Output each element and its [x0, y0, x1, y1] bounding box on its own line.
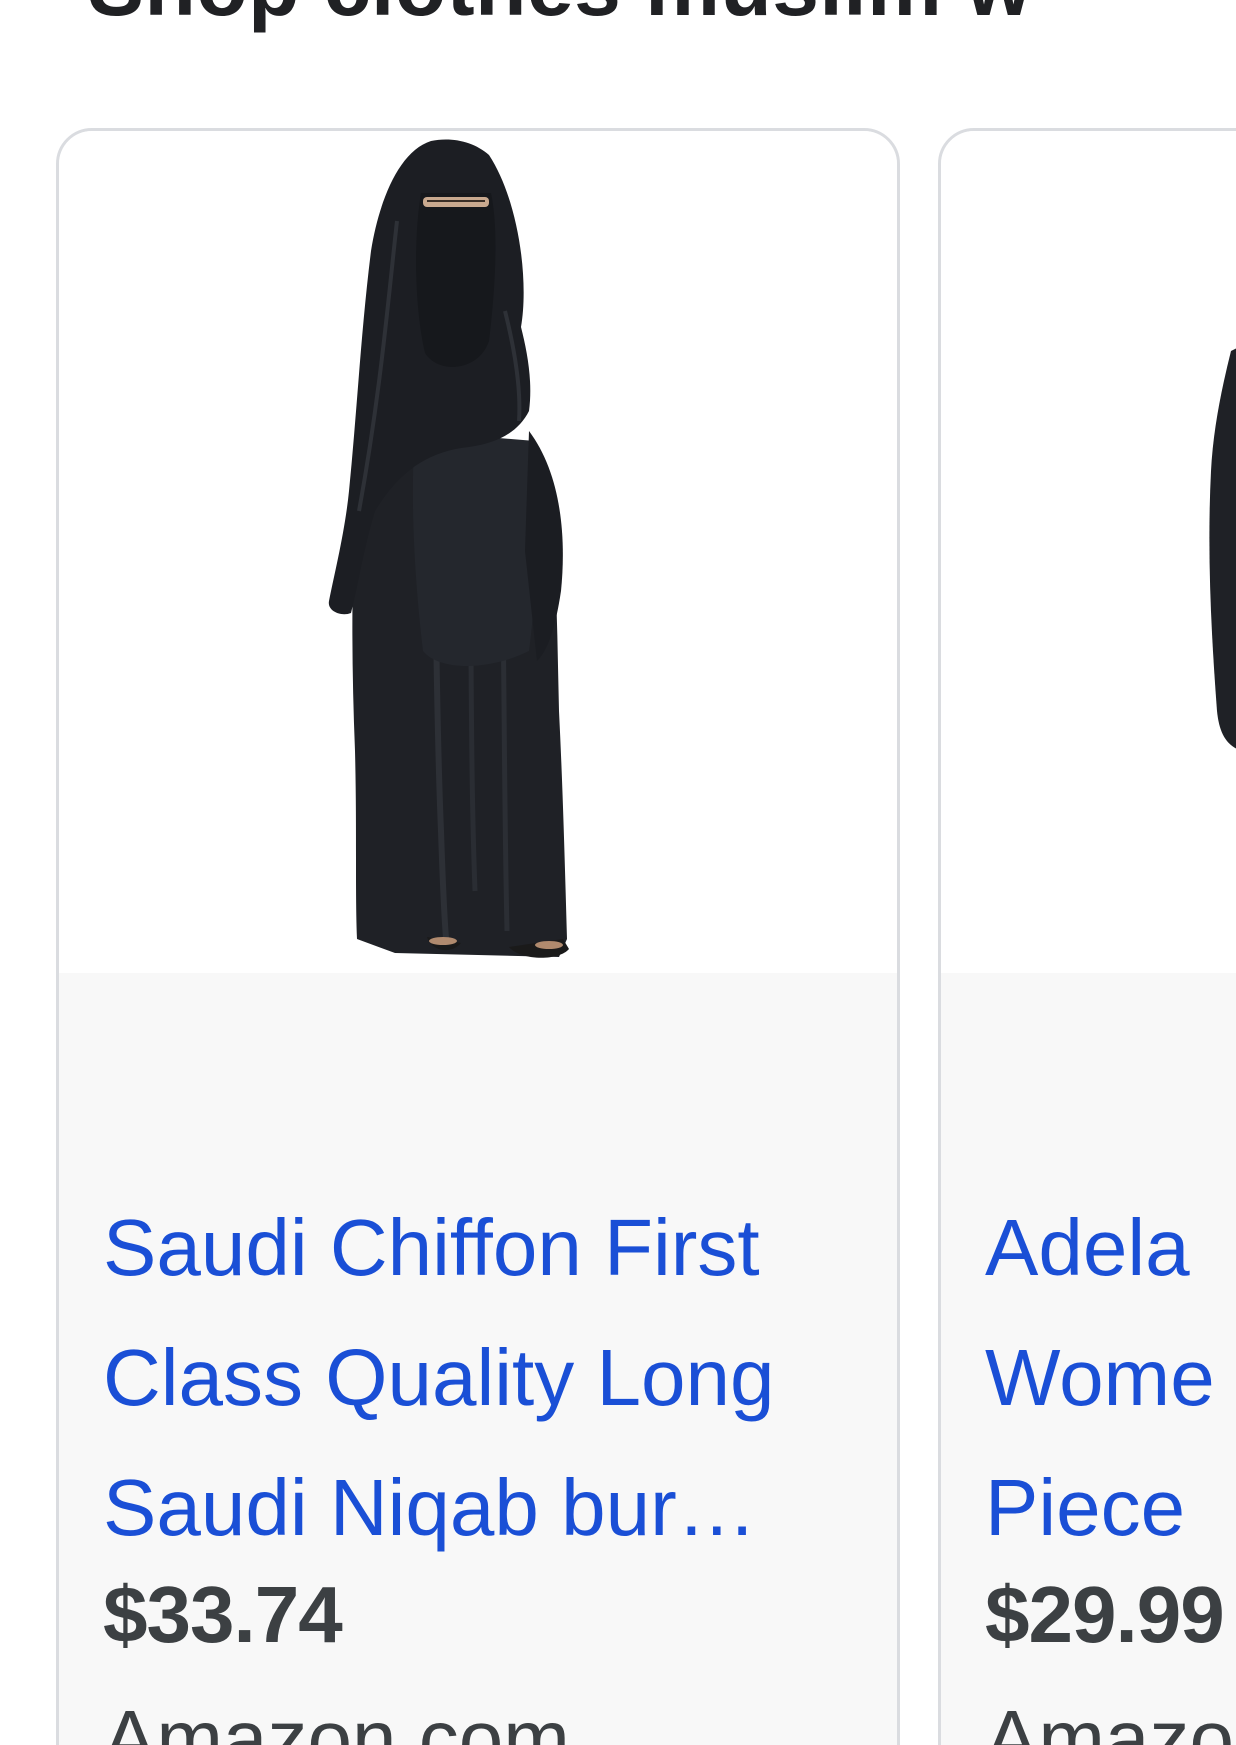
product-card[interactable]: Adela Wome Piece $29.99 Amazo	[938, 128, 1236, 1745]
product-title-line[interactable]: Wome	[985, 1313, 1236, 1443]
product-info: Adela Wome Piece $29.99 Amazo	[941, 973, 1236, 1745]
product-image[interactable]	[941, 131, 1236, 973]
product-image[interactable]	[59, 131, 897, 973]
product-title-line[interactable]: Adela	[985, 1183, 1236, 1313]
product-store: Amazon.com	[103, 1694, 570, 1745]
shopping-results-viewport: Shop clothes muslim w	[0, 0, 1236, 1745]
product-card[interactable]: Saudi Chiffon First Class Quality Long S…	[56, 128, 900, 1745]
product-carousel[interactable]: Saudi Chiffon First Class Quality Long S…	[56, 128, 1236, 1745]
product-info: Saudi Chiffon First Class Quality Long S…	[59, 973, 897, 1745]
product-title-line[interactable]: Class Quality Long	[103, 1313, 843, 1443]
product-price: $29.99	[985, 1570, 1225, 1659]
abaya-niqab-image	[328, 139, 569, 958]
product-title-link[interactable]: Adela Wome Piece	[985, 1183, 1236, 1573]
product-title-line[interactable]: Saudi Chiffon First	[103, 1183, 843, 1313]
abaya-image	[1209, 348, 1236, 749]
product-title-line[interactable]: Saudi Niqab bur…	[103, 1443, 843, 1573]
product-title-link[interactable]: Saudi Chiffon First Class Quality Long S…	[103, 1183, 843, 1573]
product-store: Amazo	[985, 1694, 1234, 1745]
section-heading: Shop clothes muslim w	[88, 0, 1032, 34]
product-title-line[interactable]: Piece	[985, 1443, 1236, 1573]
product-price: $33.74	[103, 1570, 343, 1659]
